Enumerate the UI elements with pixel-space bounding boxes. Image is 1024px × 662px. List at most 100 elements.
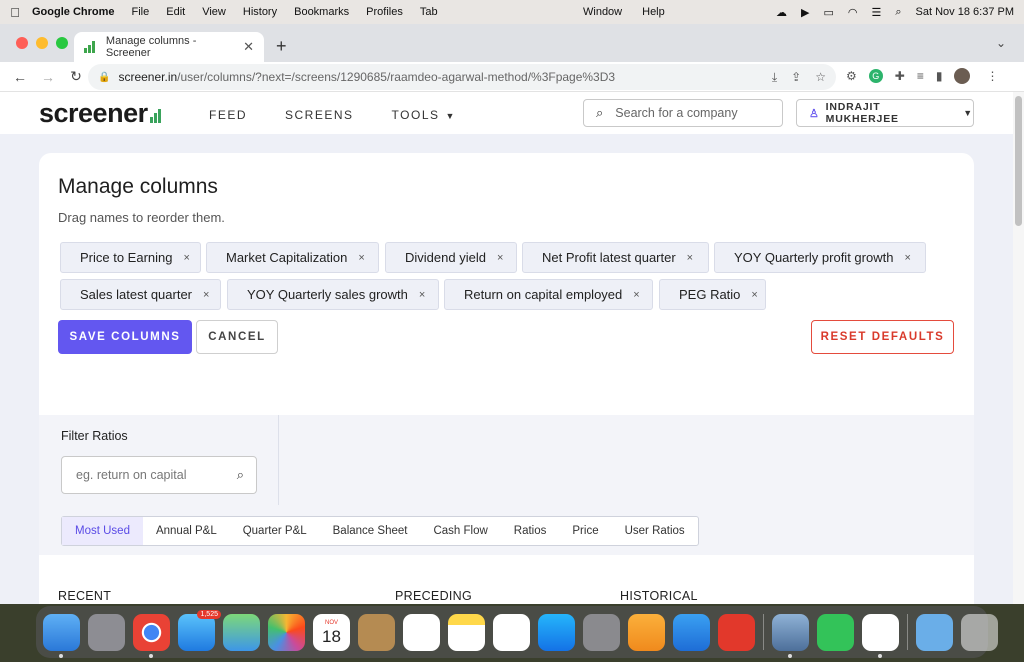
cloud-icon[interactable]: ☁	[776, 6, 787, 19]
menu-edit[interactable]: Edit	[166, 6, 185, 18]
photos-icon[interactable]	[268, 613, 305, 651]
calendar-icon[interactable]: NOV 18	[313, 613, 350, 651]
tab-balance-sheet[interactable]: Balance Sheet	[320, 517, 421, 545]
menu-profiles[interactable]: Profiles	[366, 6, 403, 18]
remove-icon[interactable]: ×	[633, 289, 639, 301]
scrollbar-thumb[interactable]	[1015, 96, 1022, 226]
new-tab-icon[interactable]: +	[276, 36, 287, 57]
close-window-button[interactable]	[16, 37, 28, 49]
page-scrollbar[interactable]	[1013, 92, 1024, 604]
screener-logo[interactable]: screener	[39, 98, 161, 129]
menu-view[interactable]: View	[202, 6, 226, 18]
contacts-icon[interactable]	[358, 613, 395, 651]
save-columns-button[interactable]: SAVE COLUMNS	[58, 320, 192, 354]
remove-icon[interactable]: ×	[904, 252, 910, 264]
remove-icon[interactable]: ×	[358, 252, 364, 264]
menu-history[interactable]: History	[243, 6, 277, 18]
tab-search-chevron-icon[interactable]: ⌄	[996, 36, 1006, 50]
menu-file[interactable]: File	[132, 6, 150, 18]
browser-tab-active[interactable]: Manage columns - Screener ✕	[74, 32, 264, 62]
tab-user-ratios[interactable]: User Ratios	[612, 517, 698, 545]
freeform-icon[interactable]	[493, 613, 530, 651]
remove-icon[interactable]: ×	[203, 289, 209, 301]
nav-tools[interactable]: TOOLS ▼	[392, 108, 456, 122]
column-chip[interactable]: Net Profit latest quarter ×	[522, 242, 709, 273]
spotlight-icon[interactable]: ⌕	[895, 6, 901, 19]
nav-feed[interactable]: FEED	[209, 108, 247, 122]
remove-icon[interactable]: ×	[184, 252, 190, 264]
minimize-window-button[interactable]	[36, 37, 48, 49]
system-settings-icon[interactable]	[583, 613, 620, 651]
column-chip[interactable]: Price to Earning ×	[60, 242, 201, 273]
column-chip[interactable]: YOY Quarterly profit growth ×	[714, 242, 926, 273]
column-chip[interactable]: PEG Ratio ×	[659, 279, 766, 310]
address-bar[interactable]: 🔒 screener.in/user/columns/?next=/screen…	[88, 64, 836, 90]
tab-cash-flow[interactable]: Cash Flow	[420, 517, 500, 545]
profile-avatar[interactable]	[954, 68, 971, 84]
mail-icon[interactable]: 1,525	[178, 609, 221, 651]
share-icon[interactable]: ⇪	[791, 70, 801, 85]
bookmark-star-icon[interactable]: ☆	[815, 70, 826, 85]
cancel-button[interactable]: CANCEL	[196, 320, 278, 354]
reset-defaults-button[interactable]: RESET DEFAULTS	[811, 320, 954, 354]
reload-icon[interactable]: ↻	[68, 68, 84, 85]
search-icon: ⌕	[236, 467, 244, 482]
play-icon[interactable]: ▶	[801, 6, 809, 19]
side-panel-icon[interactable]: ▮	[936, 69, 943, 83]
facetime-icon[interactable]	[817, 613, 854, 651]
app-store-icon[interactable]	[538, 613, 575, 651]
menu-bookmarks[interactable]: Bookmarks	[294, 6, 349, 18]
remove-icon[interactable]: ×	[497, 252, 503, 264]
back-icon[interactable]: ←	[12, 69, 28, 85]
remove-icon[interactable]: ×	[751, 289, 757, 301]
preview-icon[interactable]	[772, 613, 809, 658]
tab-price[interactable]: Price	[559, 517, 611, 545]
excel-icon[interactable]	[862, 613, 899, 658]
remove-icon[interactable]: ×	[419, 289, 425, 301]
music-app-icon[interactable]	[718, 613, 755, 651]
column-chip[interactable]: Market Capitalization ×	[206, 242, 379, 273]
menu-window[interactable]: Window	[583, 6, 622, 18]
filter-ratios-input[interactable]: eg. return on capital ⌕	[61, 456, 257, 494]
tab-ratios[interactable]: Ratios	[501, 517, 560, 545]
reading-list-icon[interactable]: ≡	[917, 69, 924, 83]
forward-icon[interactable]: →	[40, 69, 56, 85]
launchpad-icon[interactable]	[88, 613, 125, 651]
reminders-icon[interactable]	[403, 613, 440, 651]
menu-app-name[interactable]: Google Chrome	[32, 6, 115, 18]
maps-icon[interactable]	[223, 613, 260, 651]
control-center-icon[interactable]: ☰	[872, 6, 882, 19]
tab-most-used[interactable]: Most Used	[62, 517, 143, 545]
nav-screens[interactable]: SCREENS	[285, 108, 354, 122]
remove-icon[interactable]: ×	[687, 252, 693, 264]
tab-quarter-pl[interactable]: Quarter P&L	[230, 517, 320, 545]
menu-help[interactable]: Help	[642, 6, 665, 18]
pages-icon[interactable]	[628, 613, 665, 651]
finder-icon[interactable]	[43, 613, 80, 658]
chrome-icon[interactable]	[133, 613, 170, 658]
tab-close-icon[interactable]: ✕	[243, 39, 254, 55]
apple-icon[interactable]: 	[0, 5, 30, 20]
install-icon[interactable]: ⤓	[772, 70, 777, 85]
more-menu-icon[interactable]: ⋮	[986, 69, 998, 83]
battery-icon[interactable]: ▭	[823, 6, 833, 19]
wifi-icon[interactable]: ◠	[848, 6, 858, 19]
column-chip[interactable]: Dividend yield ×	[385, 242, 517, 273]
menu-tab[interactable]: Tab	[420, 6, 438, 18]
notes-icon[interactable]	[448, 613, 485, 651]
zoom-window-button[interactable]	[56, 37, 68, 49]
extensions-puzzle-icon[interactable]: ✚	[895, 69, 905, 83]
keynote-icon[interactable]	[673, 613, 710, 651]
column-chip[interactable]: YOY Quarterly sales growth ×	[227, 279, 439, 310]
user-menu-button[interactable]: ♙ INDRAJIT MUKHERJEE ▼	[796, 99, 974, 127]
extension-gear-icon[interactable]: ⚙	[846, 69, 857, 83]
grammarly-icon[interactable]: G	[868, 69, 883, 83]
trash-icon[interactable]	[961, 613, 998, 651]
column-chip[interactable]: Sales latest quarter ×	[60, 279, 221, 310]
downloads-folder-icon[interactable]	[916, 613, 953, 651]
column-chip[interactable]: Return on capital employed ×	[444, 279, 653, 310]
company-search[interactable]: ⌕ Search for a company	[583, 99, 783, 127]
clock-datetime[interactable]: Sat Nov 18 6:37 PM	[916, 6, 1014, 18]
lock-icon[interactable]: 🔒	[98, 72, 110, 83]
tab-annual-pl[interactable]: Annual P&L	[143, 517, 230, 545]
